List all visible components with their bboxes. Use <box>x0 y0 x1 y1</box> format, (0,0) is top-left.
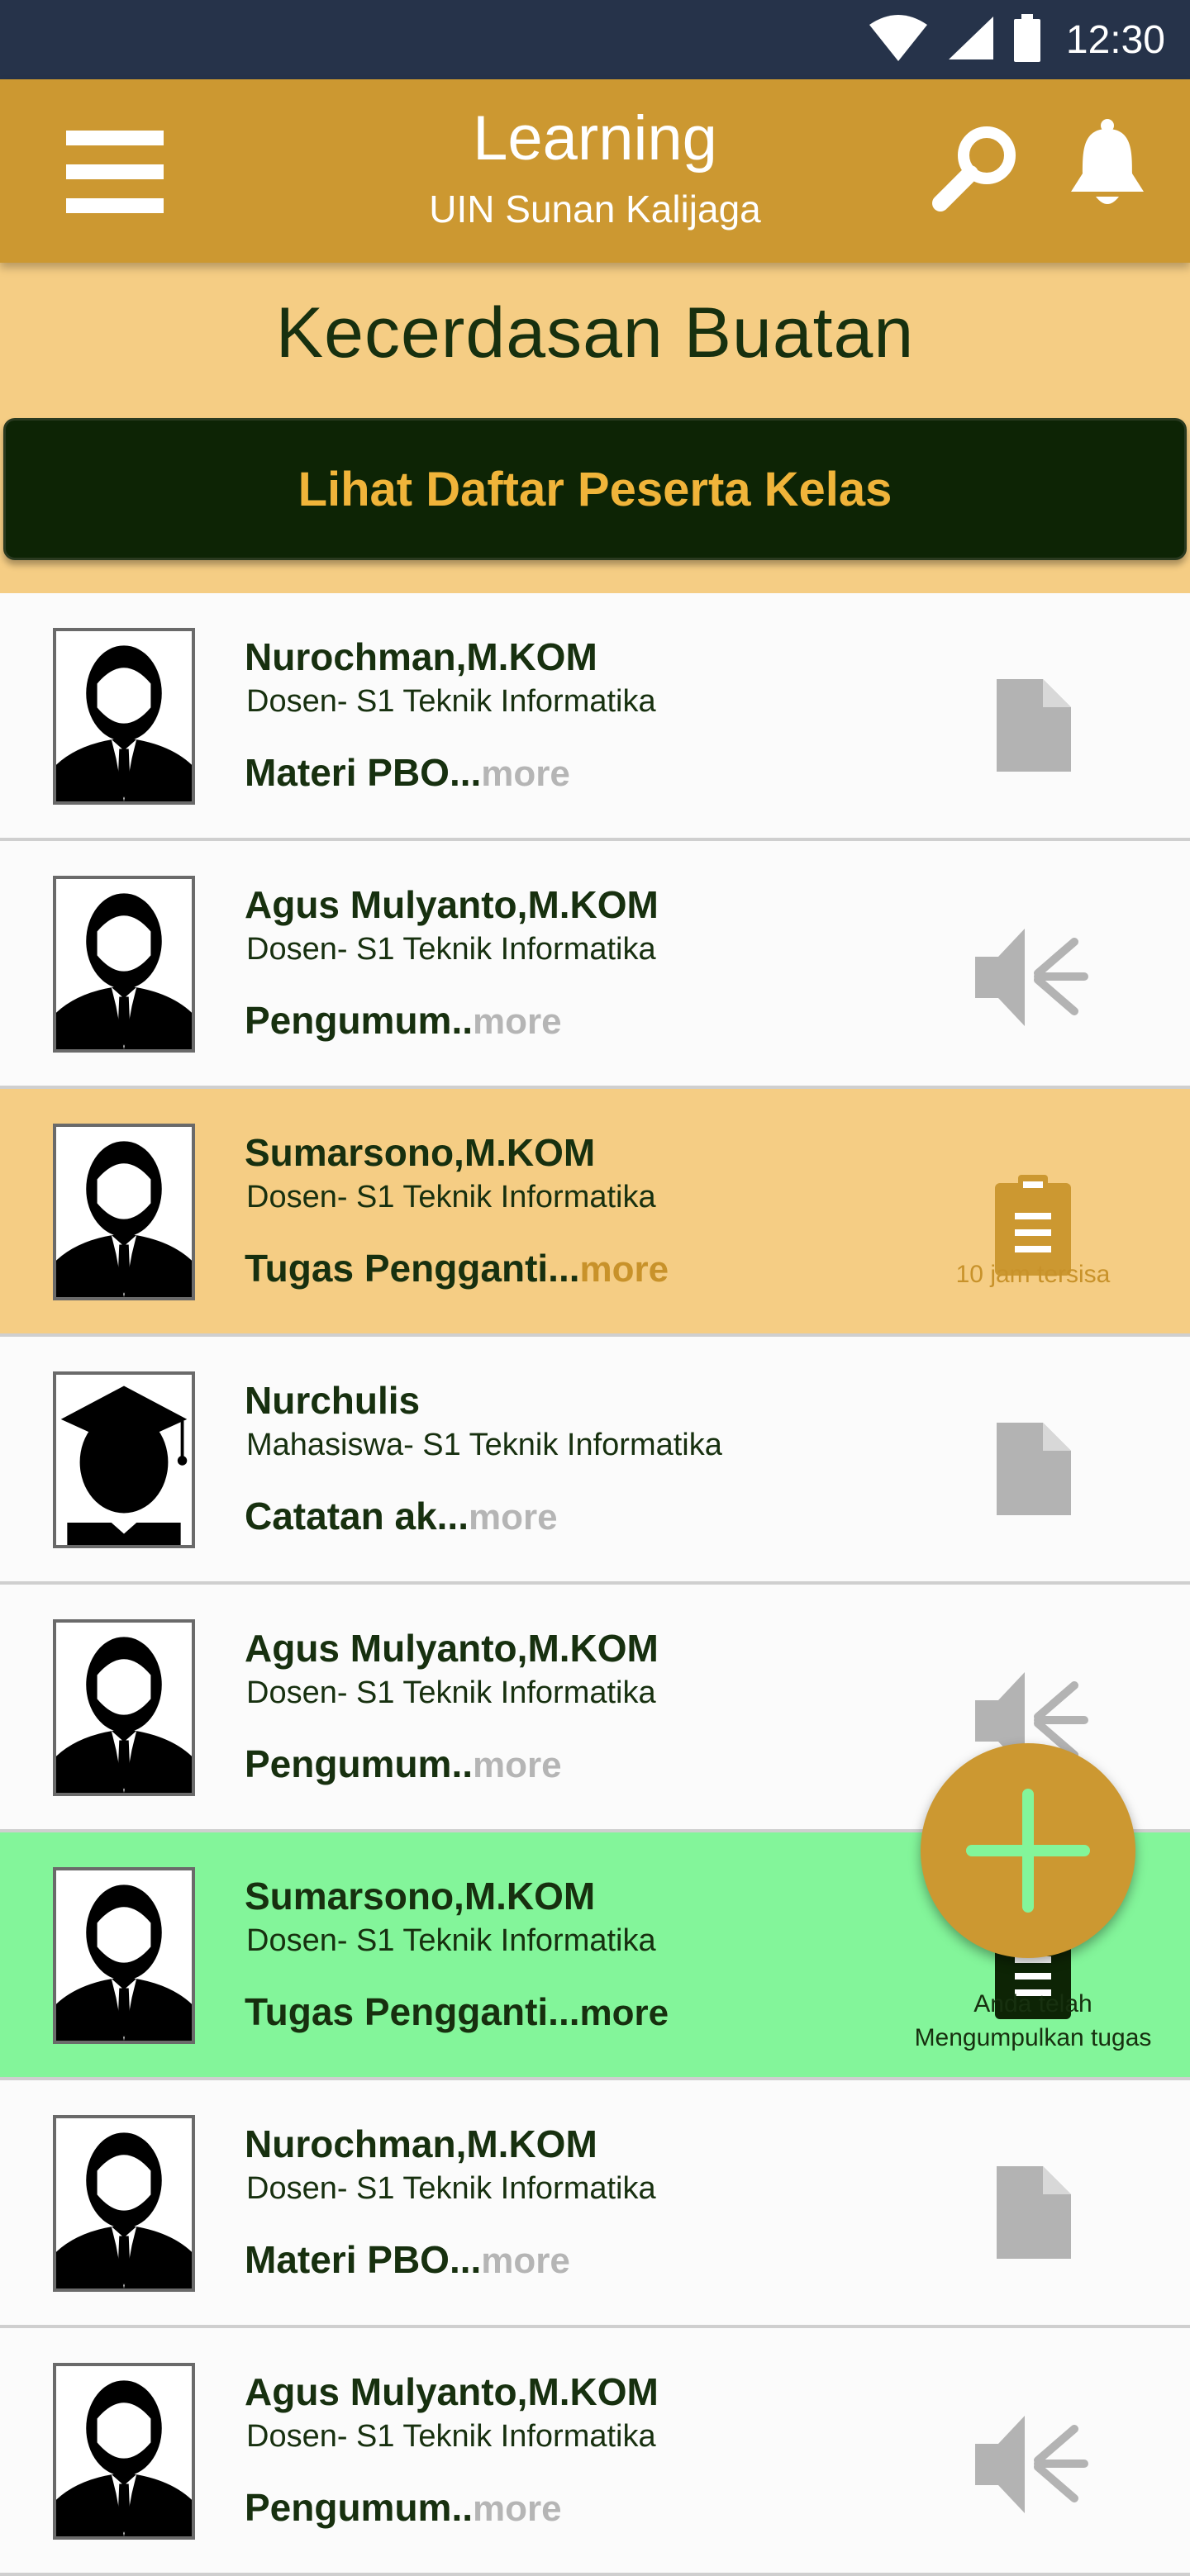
submitted-caption: Anda telah Mengumpulkan tugas <box>859 1988 1190 2055</box>
course-title: Kecerdasan Buatan <box>275 293 915 373</box>
add-post-button[interactable] <box>921 1743 1135 1958</box>
avatar <box>53 1619 195 1796</box>
post-excerpt: Materi PBO...more <box>245 2237 570 2282</box>
participants-list-button[interactable]: Lihat Daftar Peserta Kelas <box>3 418 1187 560</box>
class-feed: Nurochman,M.KOM Dosen- S1 Teknik Informat… <box>0 593 1190 2576</box>
author-role: Dosen- S1 Teknik Informatika <box>246 1923 656 1958</box>
avatar <box>53 1371 195 1548</box>
feed-item[interactable]: Sumarsono,M.KOM Dosen- S1 Teknik Informat… <box>0 1089 1190 1337</box>
post-type-indicator <box>975 1419 1091 1519</box>
search-icon[interactable] <box>932 121 1023 211</box>
author-name: Nurochman,M.KOM <box>245 635 597 678</box>
avatar <box>53 628 195 805</box>
post-type-indicator <box>975 2411 1091 2513</box>
post-type-indicator <box>975 924 1091 1026</box>
avatar <box>53 2115 195 2292</box>
author-role: Dosen- S1 Teknik Informatika <box>246 2419 656 2454</box>
document-icon <box>997 1423 1071 1515</box>
excerpt-text: Tugas Pengganti... <box>245 1990 580 2033</box>
submitted-caption-line: Anda telah <box>973 1990 1092 2018</box>
feed-item[interactable]: Agus Mulyanto,M.KOM Dosen- S1 Teknik Info… <box>0 2328 1190 2576</box>
post-excerpt: Pengumum..more <box>245 2485 562 2530</box>
megaphone-icon <box>975 929 1088 1026</box>
avatar <box>53 2363 195 2540</box>
more-link[interactable]: more <box>473 1001 562 1042</box>
submitted-caption-line: Mengumpulkan tugas <box>914 2023 1152 2051</box>
author-role: Dosen- S1 Teknik Informatika <box>246 2171 656 2206</box>
feed-item[interactable]: Agus Mulyanto,M.KOM Dosen- S1 Teknik Info… <box>0 841 1190 1089</box>
status-bar: 12:30 <box>0 0 1190 79</box>
more-link[interactable]: more <box>473 2488 562 2529</box>
author-role: Dosen- S1 Teknik Informatika <box>246 684 656 719</box>
clock: 12:30 <box>1065 17 1165 62</box>
avatar <box>53 1124 195 1300</box>
post-type-indicator <box>975 676 1091 775</box>
more-link[interactable]: more <box>580 1249 669 1290</box>
post-type-indicator <box>975 2163 1091 2262</box>
more-link[interactable]: more <box>469 1497 558 1538</box>
more-link[interactable]: more <box>481 2241 570 2281</box>
feed-item[interactable]: Nurochman,M.KOM Dosen- S1 Teknik Informat… <box>0 2080 1190 2328</box>
author-role: Dosen- S1 Teknik Informatika <box>246 1675 656 1710</box>
post-type-indicator <box>975 1172 1091 1276</box>
app-bar: Learning UIN Sunan Kalijaga <box>0 79 1190 263</box>
wifi-icon <box>868 13 929 67</box>
feed-item[interactable]: Nurochman,M.KOM Dosen- S1 Teknik Informat… <box>0 593 1190 841</box>
author-name: Sumarsono,M.KOM <box>245 1131 596 1174</box>
excerpt-text: Pengumum.. <box>245 999 474 1042</box>
author-role: Mahasiswa- S1 Teknik Informatika <box>246 1428 722 1462</box>
avatar <box>53 1867 195 2044</box>
author-name: Nurchulis <box>245 1379 421 1422</box>
post-excerpt: Tugas Pengganti...more <box>245 1989 669 2034</box>
more-link[interactable]: more <box>481 753 570 794</box>
author-name: Agus Mulyanto,M.KOM <box>245 883 659 926</box>
author-role: Dosen- S1 Teknik Informatika <box>246 932 656 967</box>
author-name: Agus Mulyanto,M.KOM <box>245 1627 659 1670</box>
megaphone-icon <box>975 2416 1088 2513</box>
more-link[interactable]: more <box>473 1745 562 1785</box>
post-excerpt: Pengumum..more <box>245 1742 562 1786</box>
avatar <box>53 876 195 1053</box>
post-excerpt: Materi PBO...more <box>245 750 570 795</box>
excerpt-text: Catatan ak... <box>245 1495 469 1538</box>
excerpt-text: Materi PBO... <box>245 2238 482 2281</box>
feed-item[interactable]: Nurchulis Mahasiswa- S1 Teknik Informatik… <box>0 1337 1190 1585</box>
author-name: Agus Mulyanto,M.KOM <box>245 2370 659 2413</box>
author-role: Dosen- S1 Teknik Informatika <box>246 1180 656 1214</box>
excerpt-text: Pengumum.. <box>245 1742 474 1785</box>
document-icon <box>997 2166 1071 2259</box>
add-icon <box>966 1789 1090 1913</box>
deadline-caption: 10 jam tersisa <box>955 1261 1111 1288</box>
post-excerpt: Pengumum..more <box>245 998 562 1043</box>
course-header: Kecerdasan Buatan Lihat Daftar Peserta K… <box>0 263 1190 593</box>
excerpt-text: Materi PBO... <box>245 751 482 794</box>
bell-icon[interactable] <box>1058 116 1157 215</box>
signal-icon <box>947 15 995 65</box>
excerpt-text: Pengumum.. <box>245 2486 474 2529</box>
battery-icon <box>1013 13 1041 66</box>
post-excerpt: Catatan ak...more <box>245 1494 558 1538</box>
more-link[interactable]: more <box>580 1993 669 2033</box>
document-icon <box>997 679 1071 772</box>
excerpt-text: Tugas Pengganti... <box>245 1247 580 1290</box>
author-name: Nurochman,M.KOM <box>245 2122 597 2165</box>
post-excerpt: Tugas Pengganti...more <box>245 1246 669 1290</box>
author-name: Sumarsono,M.KOM <box>245 1875 596 1918</box>
